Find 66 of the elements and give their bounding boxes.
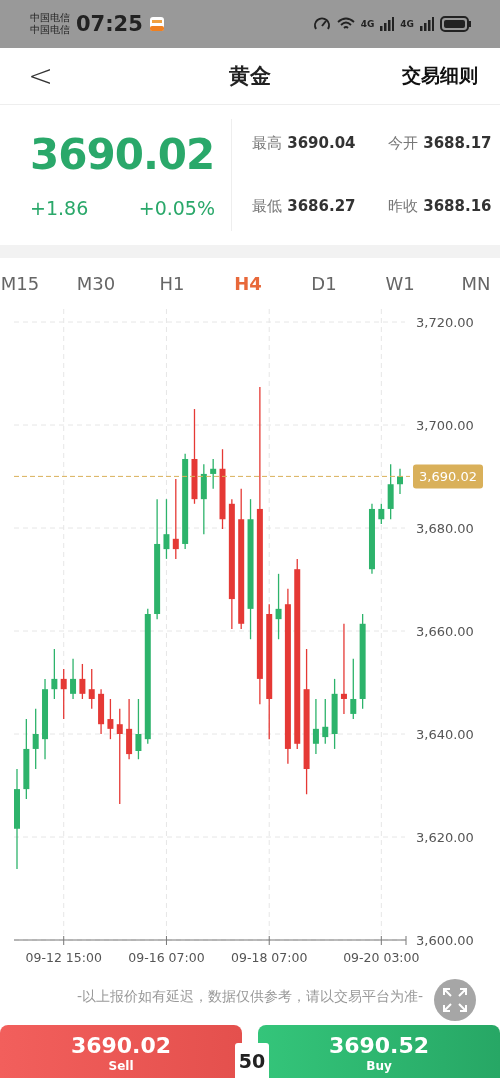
back-button[interactable]: < [28,58,54,94]
candle [312,698,319,756]
timeframe-tab[interactable]: W1 [362,272,438,295]
percent-change: +0.05% [138,197,215,220]
candle [32,708,39,771]
x-axis-label: 09-16 07:00 [128,950,205,966]
candle [98,688,105,736]
trading-rules-link[interactable]: 交易细则 [402,62,478,89]
ref-line-label: 3,690.02 [419,469,477,485]
candle [275,573,282,641]
candle [79,663,86,700]
x-axis-label: 09-20 03:00 [343,950,420,966]
y-axis-label: 3,680.00 [416,521,474,537]
quote-stat: 今开 3688.17 [388,133,493,153]
y-axis-label: 3,660.00 [416,624,474,640]
battery-icon [440,15,472,32]
x-axis-label: 09-12 15:00 [25,950,102,966]
disclaimer-text: -以上报价如有延迟，数据仅供参考，请以交易平台为准- [76,988,424,1007]
y-axis-label: 3,700.00 [416,418,474,434]
candle [397,468,403,496]
timeframe-tab[interactable]: M15 [0,272,58,295]
candle [135,698,142,761]
candle [322,698,329,745]
y-axis-label: 3,640.00 [416,727,474,743]
quote-stat: 昨收 3688.16 [388,196,493,216]
candle [70,658,77,700]
y-axis-label: 3,600.00 [416,933,474,949]
candle [378,503,385,525]
quote-stat: 最高 3690.04 [252,133,357,153]
candle [51,648,58,700]
timeframe-tab[interactable]: MN [438,272,500,295]
quote-stat: 最低 3686.27 [252,196,357,216]
fullscreen-button[interactable] [434,979,476,1021]
speed-icon [312,15,331,32]
app-icon [148,15,165,32]
y-axis-label: 3,620.00 [416,830,474,846]
timeframe-tab[interactable]: M30 [58,272,134,295]
timeframe-tab[interactable]: H4 [210,272,286,295]
status-time: 07:25 [76,11,143,36]
signal-icon [380,16,395,31]
expand-icon [442,987,468,1013]
network-label: 4G [360,18,375,29]
carrier-name: 中国电信 [30,11,70,24]
candle [126,698,133,761]
signal-icon [420,16,434,31]
candle [210,458,217,490]
timeframe-tab[interactable]: H1 [134,272,210,295]
carrier-name: 中国电信 [30,23,70,36]
candle [369,503,375,575]
candle [60,668,67,721]
price-tag: 3,690.02 [413,464,483,489]
spread-value: 50 [235,1043,269,1078]
page-title: 黄金 [229,62,271,90]
candle [331,678,338,750]
candle [88,668,95,710]
candle [163,498,170,560]
y-axis-label: 3,720.00 [416,315,474,331]
candle [107,698,114,741]
candle [350,658,357,721]
x-axis-label: 09-18 07:00 [231,950,308,966]
price-change: +1.86 [30,197,89,220]
current-price: 3690.02 [30,130,215,180]
network-label: 4G [400,18,414,29]
candle [387,463,394,521]
timeframe-tab[interactable]: D1 [286,272,362,295]
wifi-icon [336,16,355,31]
